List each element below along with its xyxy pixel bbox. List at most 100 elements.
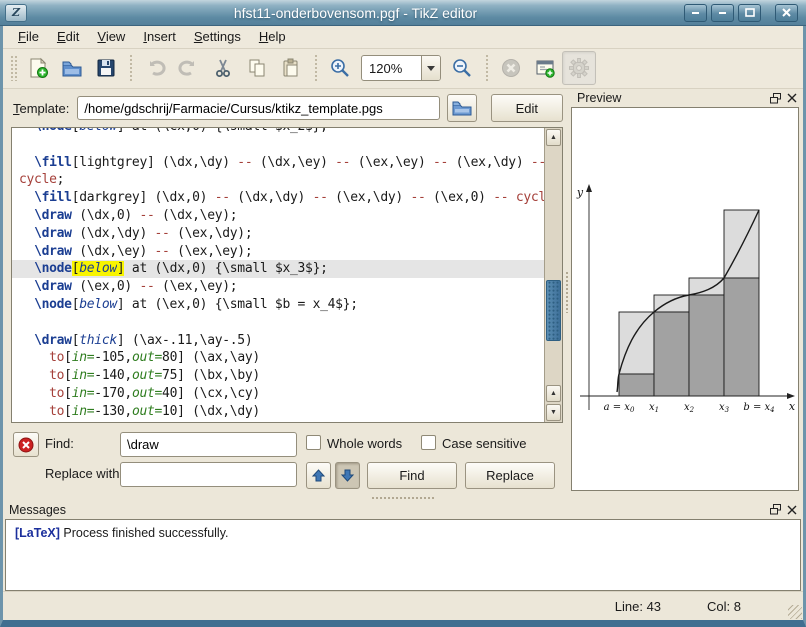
new-document-button[interactable] [21,51,55,85]
toolbar-drag-handle[interactable] [10,55,18,81]
code-line[interactable]: to[in=-105,out=80] (\ax,\ay) [19,349,544,367]
code-line[interactable]: \node[below] at (\cx,0) {\small $x_2$}; [19,128,544,136]
build-preview-button[interactable] [528,51,562,85]
open-button[interactable] [55,51,89,85]
code-area[interactable]: \node[below] at (\cx,0) {\small $x_2$}; … [12,128,544,422]
save-button[interactable] [89,51,123,85]
code-line[interactable]: cycle; [19,171,544,189]
float-panel-icon[interactable] [770,93,781,104]
menu-help[interactable]: Help [250,27,295,46]
code-line[interactable]: \node[below] at (\ex,0) {\small $b = x_4… [19,296,544,314]
close-find-bar-button[interactable] [13,432,39,457]
code-line[interactable]: \draw (\dx,\ey) -- (\ex,\ey); [19,243,544,261]
toolbar-separator [483,55,490,81]
whole-words-option[interactable]: Whole words [306,435,402,451]
svg-text:x2: x2 [684,402,695,414]
splitter-handle [565,271,569,313]
code-line[interactable] [19,136,544,154]
stop-process-icon [500,57,522,79]
open-folder-icon [452,100,472,116]
find-button[interactable]: Find [367,462,457,489]
template-browse-button[interactable] [447,94,477,122]
find-next-button[interactable] [335,462,360,489]
code-line[interactable]: \draw (\ex,0) -- (\ex,\ey); [19,278,544,296]
splitter-handle [371,496,435,500]
zoom-in-icon [329,57,351,79]
find-combo[interactable] [120,432,297,457]
template-path-input[interactable] [77,96,440,120]
main-window: FileEditViewInsertSettingsHelp [0,26,806,627]
preview-title: Preview [577,91,770,105]
scrollbar-track[interactable] [545,147,562,384]
code-line[interactable]: \draw (\dx,\dy) -- (\ex,\dy); [19,225,544,243]
code-line[interactable]: \draw (\dx,0) -- (\dx,\ey); [19,207,544,225]
replace-input[interactable] [121,463,297,486]
float-panel-icon[interactable] [770,504,781,515]
configure-button[interactable] [562,51,596,85]
close-search-icon [18,437,34,453]
minimize-button[interactable] [711,4,734,22]
code-line[interactable]: to[in=-140,out=75] (\bx,\by) [19,367,544,385]
whole-words-checkbox[interactable] [306,435,321,450]
code-line[interactable]: \fill[lightgrey] (\dx,\dy) -- (\dx,\ey) … [19,154,544,172]
scroll-up-button-bottom[interactable]: ▲ [546,385,561,402]
close-panel-icon[interactable] [787,505,797,515]
menu-settings[interactable]: Settings [185,27,250,46]
copy-icon [246,57,268,79]
code-line-current[interactable]: \node[below] at (\dx,0) {\small $x_3$}; [12,260,544,278]
app-icon[interactable]: Z [5,4,27,22]
maximize-button[interactable] [738,4,761,22]
svg-text:x1: x1 [649,402,659,414]
case-sensitive-checkbox[interactable] [421,435,436,450]
scroll-up-button[interactable]: ▲ [546,129,561,146]
case-sensitive-option[interactable]: Case sensitive [421,435,527,451]
menu-view[interactable]: View [88,27,134,46]
copy-button[interactable] [240,51,274,85]
close-button[interactable] [775,4,798,22]
editor-vertical-scrollbar[interactable]: ▲ ▲ ▼ [544,128,562,422]
paste-button[interactable] [274,51,308,85]
scrollbar-thumb[interactable] [546,280,561,341]
replace-label: Replace with: [45,466,123,481]
zoom-level-combo[interactable]: 120% [361,55,441,81]
preview-panel: Preview a = x0x1x2x3b = x4yx [571,89,803,495]
messages-log[interactable]: [LaTeX] Process finished successfully. [5,519,801,592]
find-label: Find: [45,436,74,451]
titlebar: Z hfst11-onderbovensom.pgf - TikZ editor [0,0,806,26]
toolbar-separator [127,55,134,81]
find-previous-button[interactable] [306,462,331,489]
menu-edit[interactable]: Edit [48,27,88,46]
zoom-combo-dropdown[interactable] [421,56,440,80]
menu-insert[interactable]: Insert [134,27,185,46]
zoom-out-button[interactable] [445,51,479,85]
svg-text:x: x [789,400,796,413]
window-title: hfst11-onderbovensom.pgf - TikZ editor [27,5,684,21]
messages-panel: Messages [LaTeX] Process finished succes… [3,501,803,592]
code-line[interactable]: to[in=-170,out=40] (\cx,\cy) [19,385,544,403]
close-panel-icon[interactable] [787,93,797,103]
code-line[interactable]: \draw[thick] (\ax-.11,\ay-.5) [19,332,544,350]
code-line[interactable]: \fill[darkgrey] (\dx,0) -- (\dx,\dy) -- … [19,189,544,207]
editor-preview-splitter[interactable] [563,89,571,495]
cut-button[interactable] [206,51,240,85]
code-line[interactable]: to[in=-130,out=10] (\dx,\dy) [19,403,544,421]
messages-title: Messages [9,503,770,517]
status-line-indicator: Line: 43 [615,599,661,614]
undo-icon [144,57,166,79]
zoom-in-button[interactable] [323,51,357,85]
template-edit-button[interactable]: Edit [491,94,563,122]
replace-button[interactable]: Replace [465,462,555,489]
resize-grip[interactable] [788,605,802,619]
menubar: FileEditViewInsertSettingsHelp [3,26,803,49]
shade-button[interactable] [684,4,707,22]
svg-text:y: y [576,186,584,199]
code-editor: \node[below] at (\cx,0) {\small $x_2$}; … [11,127,563,423]
arrow-down-icon [341,469,354,482]
menu-file[interactable]: File [9,27,48,46]
replace-combo[interactable] [120,462,297,487]
scroll-down-button[interactable]: ▼ [546,404,561,421]
save-icon [95,57,117,79]
find-input[interactable] [121,433,297,456]
code-line[interactable] [19,314,544,332]
template-label: Template: [13,101,69,116]
